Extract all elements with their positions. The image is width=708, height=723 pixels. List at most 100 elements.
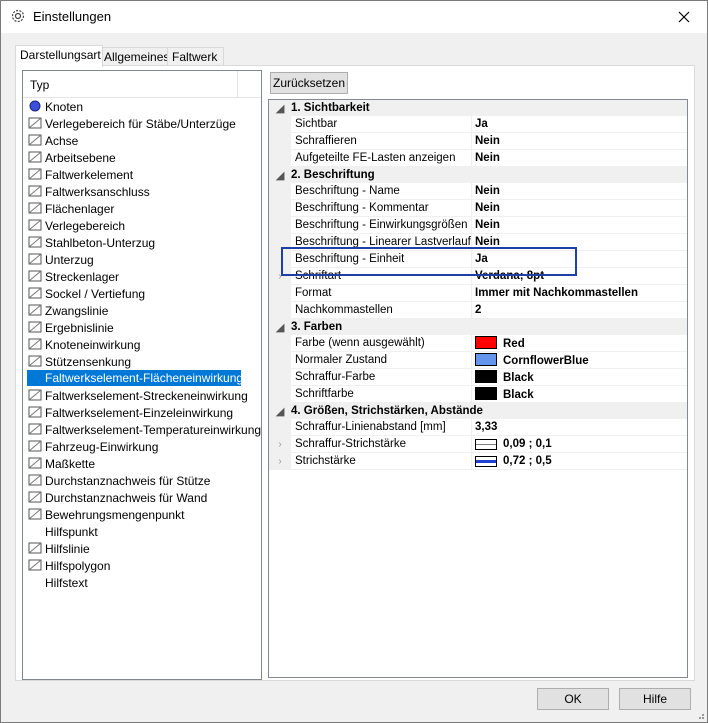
property-row[interactable]: Sichtbar Ja [269, 116, 687, 133]
type-list-item[interactable]: Faltwerkselement-Flächeneinwirkung [23, 370, 261, 387]
property-value-cell[interactable]: Nein [471, 149, 687, 167]
knot-icon [28, 99, 42, 113]
collapse-icon[interactable]: ◢ [269, 100, 291, 116]
type-list-item[interactable]: Stützensenkung [23, 353, 261, 370]
property-category[interactable]: ◢ 2. Beschriftung [269, 166, 687, 183]
support-icon [28, 201, 42, 215]
type-list-item[interactable]: Hilfspunkt [23, 523, 261, 540]
collapse-icon[interactable]: ◢ [269, 318, 291, 335]
property-row[interactable]: Schriftfarbe Black [269, 385, 687, 403]
tab-allgemeines[interactable]: Allgemeines [99, 47, 171, 66]
property-row[interactable]: Beschriftung - Name Nein [269, 183, 687, 200]
property-row[interactable]: › Schraffur-Strichstärke 0,09 ; 0,1 [269, 435, 687, 453]
property-value-cell[interactable]: Nein [471, 199, 687, 217]
window-title: Einstellungen [33, 9, 112, 24]
property-category[interactable]: ◢ 3. Farben [269, 318, 687, 335]
collapse-icon[interactable]: ◢ [269, 166, 291, 183]
type-list-item-label: Zwangslinie [45, 304, 109, 318]
type-list-item[interactable]: Durchstanznachweis für Wand [23, 489, 261, 506]
property-value-cell[interactable]: 2 [471, 301, 687, 319]
type-list-item[interactable]: Faltwerkelement [23, 166, 261, 183]
property-value-cell[interactable]: Immer mit Nachkommastellen [471, 284, 687, 302]
type-list-item[interactable]: Streckenlager [23, 268, 261, 285]
property-row[interactable]: › Strichstärke 0,72 ; 0,5 [269, 452, 687, 470]
type-list-item[interactable]: Faltwerkselement-Streckeneinwirkung [23, 387, 261, 404]
type-list-item[interactable]: Verlegebereich für Stäbe/Unterzüge [23, 115, 261, 132]
type-list-item[interactable]: Durchstanznachweis für Stütze [23, 472, 261, 489]
color-swatch [475, 336, 497, 349]
vehicle-icon [28, 439, 42, 453]
property-row[interactable]: Schraffur-Linienabstand [mm] 3,33 [269, 419, 687, 436]
property-value-cell[interactable]: Red [471, 335, 687, 352]
type-list-item[interactable]: Hilfstext [23, 574, 261, 591]
property-value-cell[interactable]: Black [471, 385, 687, 403]
property-row[interactable]: Beschriftung - Kommentar Nein [269, 199, 687, 217]
beam-icon [28, 235, 42, 249]
type-list-item-label: Streckenlager [45, 270, 120, 284]
type-list-item[interactable]: Hilfslinie [23, 540, 261, 557]
property-value-cell[interactable]: Nein [471, 183, 687, 200]
type-list-item[interactable]: Sockel / Vertiefung [23, 285, 261, 302]
property-value-cell[interactable]: Nein [471, 132, 687, 150]
type-list-item[interactable]: Fahrzeug-Einwirkung [23, 438, 261, 455]
type-list-item[interactable]: Achse [23, 132, 261, 149]
ok-button[interactable]: OK [537, 688, 609, 710]
tab-faltwerk[interactable]: Faltwerk [167, 47, 224, 66]
help-button[interactable]: Hilfe [619, 688, 691, 710]
property-value-cell[interactable]: Nein [471, 216, 687, 234]
close-button[interactable] [661, 1, 707, 33]
type-list-item[interactable]: Flächenlager [23, 200, 261, 217]
property-value-cell[interactable]: Black [471, 368, 687, 386]
property-row[interactable]: Aufgeteilte FE-Lasten anzeigen Nein [269, 149, 687, 167]
color-swatch [475, 387, 497, 400]
type-list-item[interactable]: Bewehrungsmengenpunkt [23, 506, 261, 523]
property-value-cell[interactable]: CornflowerBlue [471, 351, 687, 369]
property-name: Schraffur-Strichstärke [291, 435, 472, 453]
property-row[interactable]: Nachkommastellen 2 [269, 301, 687, 319]
resize-grip-icon[interactable] [695, 710, 705, 720]
type-list-panel: Typ Knoten Verlegebereich für Stäbe/Unter… [22, 70, 262, 680]
category-title: 3. Farben [291, 318, 687, 335]
type-list-item-label: Hilfslinie [45, 542, 90, 556]
type-list-item[interactable]: Ergebnislinie [23, 319, 261, 336]
property-row[interactable]: Schraffieren Nein [269, 132, 687, 150]
tab-darstellungsart[interactable]: Darstellungsart [15, 45, 103, 67]
property-row[interactable]: Normaler Zustand CornflowerBlue [269, 351, 687, 369]
type-list-item[interactable]: Zwangslinie [23, 302, 261, 319]
property-value-cell[interactable]: Ja [471, 116, 687, 133]
type-list-item[interactable]: Verlegebereich [23, 217, 261, 234]
color-swatch [475, 353, 497, 366]
property-value-cell[interactable]: 0,09 ; 0,1 [471, 435, 687, 453]
socket-icon [28, 286, 42, 300]
expand-icon[interactable]: › [269, 452, 291, 470]
type-list-item[interactable]: Knoteneinwirkung [23, 336, 261, 353]
type-list-item[interactable]: Maßkette [23, 455, 261, 472]
reset-button[interactable]: Zurücksetzen [270, 72, 348, 94]
type-list-item[interactable]: Stahlbeton-Unterzug [23, 234, 261, 251]
expand-icon[interactable]: › [269, 435, 291, 453]
property-name: Schraffieren [291, 132, 472, 150]
type-list-item[interactable]: Unterzug [23, 251, 261, 268]
property-row[interactable]: Farbe (wenn ausgewählt) Red [269, 335, 687, 352]
property-row[interactable]: Schraffur-Farbe Black [269, 368, 687, 386]
property-row[interactable]: Format Immer mit Nachkommastellen [269, 284, 687, 302]
type-list-item[interactable]: Knoten [23, 98, 261, 115]
type-list-item[interactable]: Faltwerkselement-Temperatureinwirkung [23, 421, 261, 438]
property-grid: ◢ 1. Sichtbarkeit Sichtbar Ja Schraffieren Ne… [268, 99, 688, 678]
property-category[interactable]: ◢ 1. Sichtbarkeit [269, 100, 687, 116]
type-list-item-label: Sockel / Vertiefung [45, 287, 146, 301]
property-value: Nein [475, 152, 500, 164]
property-value-cell[interactable]: 0,72 ; 0,5 [471, 452, 687, 470]
type-list-item[interactable]: Faltwerksanschluss [23, 183, 261, 200]
line-support-icon [28, 269, 42, 283]
property-category[interactable]: ◢ 4. Größen, Strichstärken, Abstände [269, 402, 687, 419]
type-list-item[interactable]: Hilfspolygon [23, 557, 261, 574]
type-list-item-label: Faltwerkselement-Streckeneinwirkung [45, 389, 248, 403]
type-list-header[interactable]: Typ [23, 71, 261, 98]
type-list-item[interactable]: Faltwerkselement-Einzeleinwirkung [23, 404, 261, 421]
property-value-cell[interactable]: 3,33 [471, 419, 687, 436]
property-row[interactable]: Beschriftung - Einwirkungsgrößen Nein [269, 216, 687, 234]
type-list-item[interactable]: Arbeitsebene [23, 149, 261, 166]
collapse-icon[interactable]: ◢ [269, 402, 291, 419]
property-value: 0,09 ; 0,1 [503, 438, 552, 450]
